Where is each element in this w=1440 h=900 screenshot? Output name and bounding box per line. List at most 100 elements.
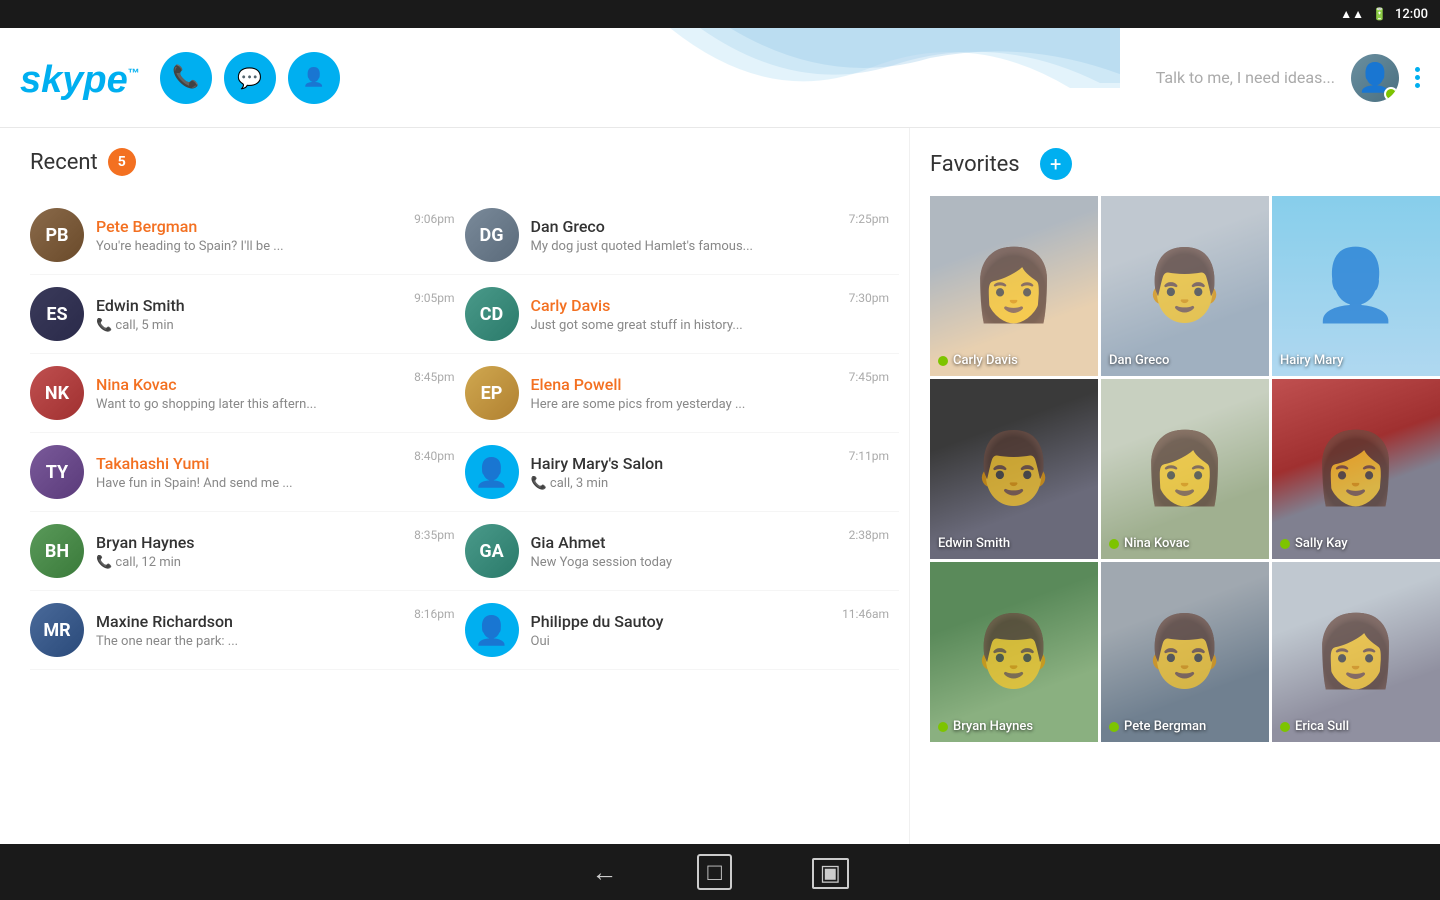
contact-preview: The one near the park: ... <box>96 634 406 649</box>
contact-time: 7:25pm <box>849 212 889 226</box>
recent-title: Recent <box>30 150 98 175</box>
favorite-cell[interactable]: 👨 Bryan Haynes <box>930 562 1098 742</box>
status-bar: ▲▲ 🔋 12:00 <box>0 0 1440 28</box>
contact-info: Elena Powell Here are some pics from yes… <box>531 375 841 412</box>
favorite-label: Pete Bergman <box>1109 719 1206 734</box>
contact-avatar: MR <box>30 603 84 657</box>
contact-preview: Oui <box>531 634 835 649</box>
contact-info: Carly Davis Just got some great stuff in… <box>531 296 841 333</box>
favorite-cell[interactable]: 👩 Erica Sull <box>1272 562 1440 742</box>
favorite-cell[interactable]: 👨 Pete Bergman <box>1101 562 1269 742</box>
favorite-cell[interactable]: 👤 Hairy Mary <box>1272 196 1440 376</box>
recents-button[interactable]: ▣ <box>812 858 849 886</box>
contact-info: Philippe du Sautoy Oui <box>531 612 835 649</box>
favorite-name: Erica Sull <box>1295 719 1349 734</box>
favorite-name: Hairy Mary <box>1280 353 1343 368</box>
contact-time: 7:45pm <box>849 370 889 384</box>
contact-info: Takahashi Yumi Have fun in Spain! And se… <box>96 454 406 491</box>
contact-item[interactable]: GA Gia Ahmet New Yoga session today 2:38… <box>465 512 900 591</box>
contact-name: Maxine Richardson <box>96 612 406 631</box>
contact-item[interactable]: CD Carly Davis Just got some great stuff… <box>465 275 900 354</box>
contact-item[interactable]: ES Edwin Smith 📞 call, 5 min 9:05pm <box>30 275 465 354</box>
contact-item[interactable]: TY Takahashi Yumi Have fun in Spain! And… <box>30 433 465 512</box>
contact-item[interactable]: PB Pete Bergman You're heading to Spain?… <box>30 196 465 275</box>
contact-preview: 📞 call, 5 min <box>96 318 406 333</box>
favorite-cell[interactable]: 👨 Edwin Smith <box>930 379 1098 559</box>
contact-time: 8:16pm <box>414 607 454 621</box>
favorite-cell[interactable]: 👨 Dan Greco <box>1101 196 1269 376</box>
contact-item[interactable]: BH Bryan Haynes 📞 call, 12 min 8:35pm <box>30 512 465 591</box>
contact-avatar: 👤 <box>465 603 519 657</box>
contact-name: Gia Ahmet <box>531 533 841 552</box>
add-contact-button[interactable]: 👤 <box>288 52 340 104</box>
favorite-cell[interactable]: 👩 Carly Davis <box>930 196 1098 376</box>
contact-time: 9:06pm <box>414 212 454 226</box>
favorite-cell[interactable]: 👩 Sally Kay <box>1272 379 1440 559</box>
contact-avatar: CD <box>465 287 519 341</box>
contact-info: Nina Kovac Want to go shopping later thi… <box>96 375 406 412</box>
favorite-name: Edwin Smith <box>938 536 1010 551</box>
favorites-title: Favorites <box>930 152 1020 177</box>
favorite-label: Edwin Smith <box>938 536 1010 551</box>
user-avatar[interactable]: 👤 <box>1351 54 1399 102</box>
battery-icon: 🔋 <box>1372 7 1387 21</box>
contact-item[interactable]: DG Dan Greco My dog just quoted Hamlet's… <box>465 196 900 275</box>
contact-item[interactable]: 👤 Hairy Mary's Salon 📞 call, 3 min 7:11p… <box>465 433 900 512</box>
contact-avatar: NK <box>30 366 84 420</box>
contact-item[interactable]: EP Elena Powell Here are some pics from … <box>465 354 900 433</box>
contact-name: Edwin Smith <box>96 296 406 315</box>
message-button[interactable]: 💬 <box>224 52 276 104</box>
contact-avatar: DG <box>465 208 519 262</box>
recents-icon: ▣ <box>812 858 849 889</box>
contact-preview: Here are some pics from yesterday ... <box>531 397 841 412</box>
favorite-name: Bryan Haynes <box>953 719 1033 734</box>
favorite-label: Dan Greco <box>1109 353 1169 368</box>
message-icon: 💬 <box>237 66 262 90</box>
favorite-name: Sally Kay <box>1295 536 1348 551</box>
contact-preview: New Yoga session today <box>531 555 841 570</box>
contact-item[interactable]: MR Maxine Richardson The one near the pa… <box>30 591 465 670</box>
contact-time: 8:35pm <box>414 528 454 542</box>
contact-preview: You're heading to Spain? I'll be ... <box>96 239 406 254</box>
favorite-label: Hairy Mary <box>1280 353 1343 368</box>
contact-time: 7:30pm <box>849 291 889 305</box>
search-placeholder[interactable]: Talk to me, I need ideas... <box>1156 68 1335 87</box>
main-content: Recent 5 PB Pete Bergman You're heading … <box>0 128 1440 844</box>
contact-avatar: PB <box>30 208 84 262</box>
contact-avatar: BH <box>30 524 84 578</box>
contact-info: Edwin Smith 📞 call, 5 min <box>96 296 406 333</box>
contact-name: Hairy Mary's Salon <box>531 454 841 473</box>
more-options-button[interactable] <box>1415 67 1420 88</box>
contact-info: Dan Greco My dog just quoted Hamlet's fa… <box>531 217 841 254</box>
home-button[interactable]: □ <box>697 858 732 887</box>
back-button[interactable]: ← <box>591 857 617 888</box>
contact-name: Nina Kovac <box>96 375 406 394</box>
favorite-cell[interactable]: 👩 Nina Kovac <box>1101 379 1269 559</box>
contact-avatar: 👤 <box>465 445 519 499</box>
contact-preview: Just got some great stuff in history... <box>531 318 841 333</box>
add-favorite-button[interactable]: + <box>1040 148 1072 180</box>
favorite-label: Nina Kovac <box>1109 536 1189 551</box>
call-icon: 📞 <box>172 65 199 90</box>
favorite-name: Carly Davis <box>953 353 1018 368</box>
favorite-name: Pete Bergman <box>1124 719 1206 734</box>
recent-badge: 5 <box>108 148 136 176</box>
contact-preview: 📞 call, 3 min <box>531 476 841 491</box>
contact-preview: 📞 call, 12 min <box>96 555 406 570</box>
top-right-area: Talk to me, I need ideas... 👤 <box>1156 54 1420 102</box>
online-dot <box>1280 539 1290 549</box>
contact-info: Pete Bergman You're heading to Spain? I'… <box>96 217 406 254</box>
contact-info: Hairy Mary's Salon 📞 call, 3 min <box>531 454 841 491</box>
online-dot <box>1280 722 1290 732</box>
favorite-name: Dan Greco <box>1109 353 1169 368</box>
contact-name: Pete Bergman <box>96 217 406 236</box>
contact-name: Bryan Haynes <box>96 533 406 552</box>
online-dot <box>1109 539 1119 549</box>
contact-info: Bryan Haynes 📞 call, 12 min <box>96 533 406 570</box>
contact-preview: Have fun in Spain! And send me ... <box>96 476 406 491</box>
contact-item[interactable]: 👤 Philippe du Sautoy Oui 11:46am <box>465 591 900 670</box>
contact-avatar: EP <box>465 366 519 420</box>
call-button[interactable]: 📞 <box>160 52 212 104</box>
recent-list: PB Pete Bergman You're heading to Spain?… <box>30 196 899 670</box>
contact-item[interactable]: NK Nina Kovac Want to go shopping later … <box>30 354 465 433</box>
